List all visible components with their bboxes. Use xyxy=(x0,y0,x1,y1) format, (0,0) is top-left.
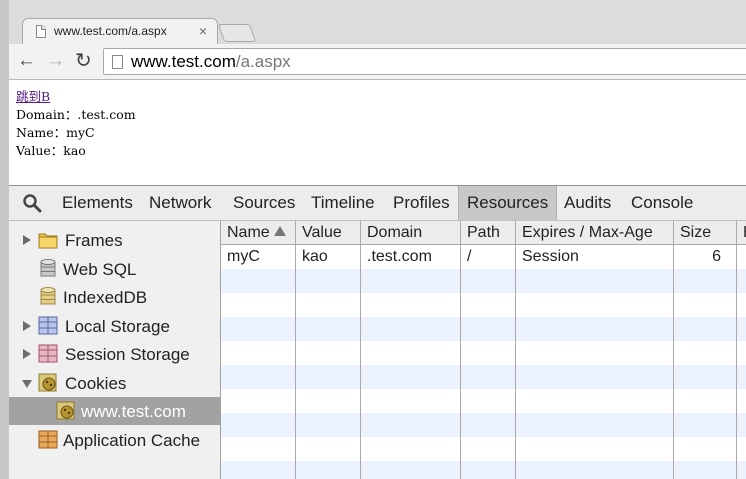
table-row xyxy=(221,365,746,389)
column-divider xyxy=(460,245,461,479)
column-header-domain[interactable]: Domain xyxy=(361,221,461,244)
column-divider xyxy=(360,245,361,479)
table-row xyxy=(221,461,746,479)
tree-label: Web SQL xyxy=(63,260,137,279)
url-text[interactable]: www.test.com/a.aspx xyxy=(131,52,291,72)
tree-label: www.test.com xyxy=(81,402,186,421)
page-info-icon[interactable] xyxy=(112,55,123,69)
app-cache-icon xyxy=(38,430,58,449)
tree-item-frames[interactable]: Frames xyxy=(9,226,221,254)
tab-timeline[interactable]: Timeline xyxy=(303,186,383,220)
jump-to-b-link[interactable]: 跳到B xyxy=(16,89,50,104)
cell-expires: Session xyxy=(522,248,579,265)
session-storage-icon xyxy=(38,344,58,363)
column-label: Name xyxy=(227,224,270,241)
table-row xyxy=(221,341,746,365)
new-tab-button[interactable] xyxy=(217,24,257,42)
column-header-path[interactable]: Path xyxy=(461,221,516,244)
url-host: www.test.com xyxy=(131,52,236,71)
tab-audits[interactable]: Audits xyxy=(556,186,619,220)
page-content: 跳到B Domain：.test.com Name：myC Value：kao xyxy=(9,80,746,184)
cell-value: kao xyxy=(302,248,328,265)
browser-tab[interactable]: www.test.com/a.aspx × xyxy=(22,18,218,44)
column-divider xyxy=(515,245,516,479)
tree-label: Frames xyxy=(65,231,123,250)
tab-network[interactable]: Network xyxy=(141,186,219,220)
name-line: Name：myC xyxy=(16,125,95,140)
cookie-icon xyxy=(38,373,57,392)
column-header-value[interactable]: Value xyxy=(296,221,361,244)
tab-profiles[interactable]: Profiles xyxy=(385,186,458,220)
tree-item-indexeddb[interactable]: IndexedDB xyxy=(9,283,221,311)
tree-item-cookies[interactable]: Cookies xyxy=(9,369,221,397)
folder-icon xyxy=(38,233,58,249)
cell-path: / xyxy=(467,248,472,265)
indexeddb-icon xyxy=(40,287,56,305)
domain-line: Domain：.test.com xyxy=(16,107,136,122)
tree-label: Application Cache xyxy=(63,431,201,450)
cookie-icon xyxy=(56,401,75,420)
collapse-arrow-icon[interactable] xyxy=(22,380,32,388)
column-divider xyxy=(295,245,296,479)
cell-domain: .test.com xyxy=(367,248,432,265)
tree-label: IndexedDB xyxy=(63,288,148,307)
tree-label: Cookies xyxy=(65,374,127,393)
column-header-http[interactable]: H xyxy=(737,221,746,244)
tab-title: www.test.com/a.aspx xyxy=(54,24,167,38)
devtools-toolbar: Elements Network Sources Timeline Profil… xyxy=(9,185,746,221)
table-row xyxy=(221,317,746,341)
tab-sources[interactable]: Sources xyxy=(225,186,303,220)
search-icon[interactable] xyxy=(22,193,42,213)
column-header-name[interactable]: Name xyxy=(221,221,296,244)
tab-resources[interactable]: Resources xyxy=(458,186,558,220)
address-bar[interactable]: www.test.com/a.aspx xyxy=(103,48,746,75)
tree-item-application-cache[interactable]: Application Cache xyxy=(9,426,221,454)
url-path: /a.aspx xyxy=(235,52,291,71)
expand-arrow-icon[interactable] xyxy=(23,235,31,245)
table-row xyxy=(221,413,746,437)
forward-arrow-icon[interactable]: → xyxy=(46,50,65,72)
table-row xyxy=(221,389,746,413)
table-row xyxy=(221,437,746,461)
tab-strip: www.test.com/a.aspx × xyxy=(9,0,746,44)
tree-label: Local Storage xyxy=(65,317,170,336)
local-storage-icon xyxy=(38,316,58,335)
table-row xyxy=(221,269,746,293)
tab-console[interactable]: Console xyxy=(623,186,701,220)
cell-name: myC xyxy=(227,248,260,265)
expand-arrow-icon[interactable] xyxy=(23,349,31,359)
left-window-edge xyxy=(0,0,9,479)
tree-label: Session Storage xyxy=(65,345,190,364)
table-row[interactable]: myC kao .test.com / Session 6 xyxy=(221,245,746,269)
back-arrow-icon[interactable]: ← xyxy=(17,50,36,72)
expand-arrow-icon[interactable] xyxy=(23,321,31,331)
tree-item-cookie-domain[interactable]: www.test.com xyxy=(9,397,221,425)
column-header-size[interactable]: Size xyxy=(674,221,737,244)
browser-toolbar: ← → ↻ www.test.com/a.aspx xyxy=(9,44,746,80)
column-header-expires[interactable]: Expires / Max-Age xyxy=(516,221,674,244)
database-icon xyxy=(40,259,56,277)
cell-size: 6 xyxy=(712,248,721,265)
sort-ascending-icon xyxy=(273,226,286,236)
tab-elements[interactable]: Elements xyxy=(54,186,141,220)
tree-item-local-storage[interactable]: Local Storage xyxy=(9,312,221,340)
resources-sidebar: Frames Web SQL IndexedDB Local Storage S… xyxy=(9,221,221,479)
column-divider xyxy=(673,245,674,479)
page-icon xyxy=(36,25,46,38)
table-row xyxy=(221,293,746,317)
column-divider xyxy=(736,245,737,479)
value-line: Value：kao xyxy=(16,143,86,158)
tab-close-icon[interactable]: × xyxy=(199,23,207,39)
tree-item-session-storage[interactable]: Session Storage xyxy=(9,340,221,368)
cookies-table: Name Value Domain Path Expires / Max-Age… xyxy=(221,221,746,479)
table-header: Name Value Domain Path Expires / Max-Age… xyxy=(221,221,746,245)
tree-item-web-sql[interactable]: Web SQL xyxy=(9,255,221,283)
reload-icon[interactable]: ↻ xyxy=(75,50,92,72)
